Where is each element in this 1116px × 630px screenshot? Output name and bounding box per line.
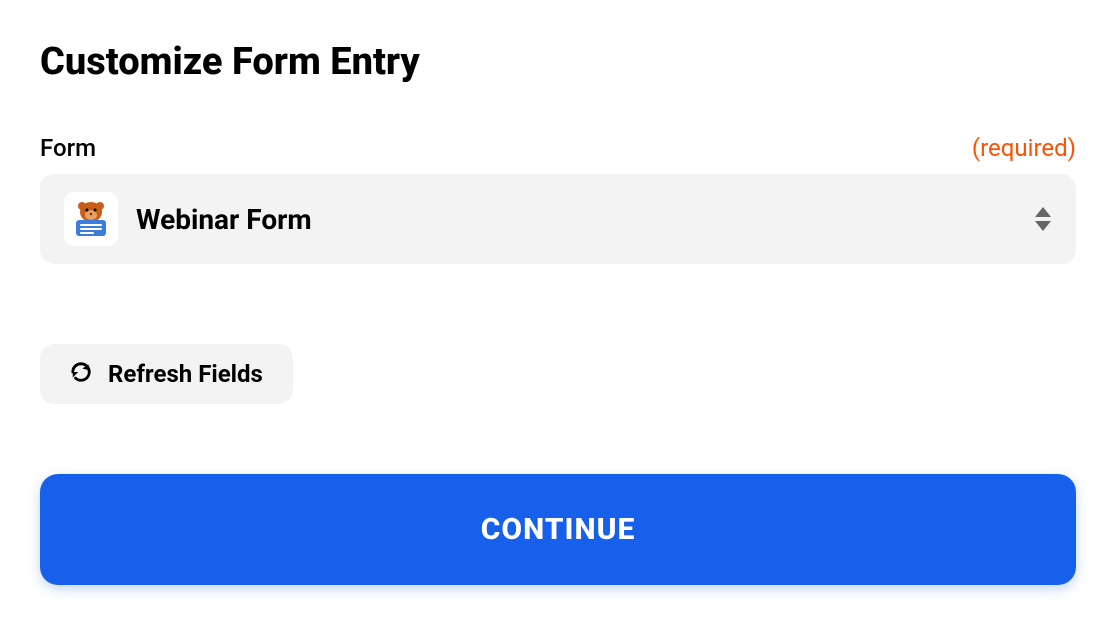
form-field-label: Form [40,134,96,162]
refresh-icon [70,361,92,387]
required-tag: (required) [972,134,1076,162]
select-chevrons-icon [1034,207,1052,231]
page-title: Customize Form Entry [40,40,1076,84]
refresh-button-label: Refresh Fields [108,360,263,388]
form-select-value: Webinar Form [136,203,1016,236]
wpforms-icon [64,192,118,246]
continue-button[interactable]: CONTINUE [40,474,1076,585]
form-select[interactable]: Webinar Form [40,174,1076,264]
refresh-fields-button[interactable]: Refresh Fields [40,344,293,404]
form-field-label-row: Form (required) [40,134,1076,162]
